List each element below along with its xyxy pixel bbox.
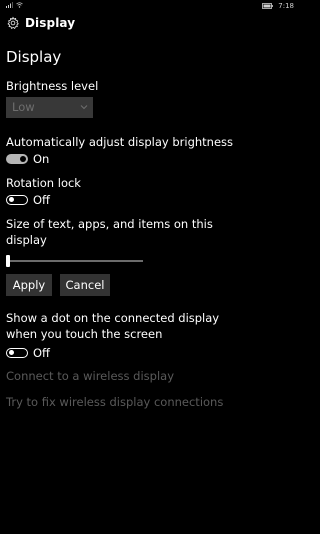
- auto-brightness-state: On: [33, 152, 50, 166]
- rotation-lock-state: Off: [33, 193, 50, 207]
- slider-track: [6, 260, 143, 262]
- battery-icon: [262, 3, 274, 9]
- connect-wireless-display-link[interactable]: Connect to a wireless display: [6, 369, 174, 383]
- toggle-knob: [20, 156, 26, 162]
- toggle-knob: [8, 197, 14, 202]
- status-bar: 7:18: [0, 0, 300, 12]
- status-icons-right: 7:18: [262, 2, 294, 10]
- touch-dot-toggle[interactable]: [6, 348, 28, 358]
- wifi-icon: [16, 2, 23, 8]
- auto-brightness-label: Automatically adjust display brightness: [6, 135, 234, 149]
- app-title: Display: [25, 16, 76, 30]
- gear-icon: [7, 16, 19, 29]
- chevron-down-icon: [80, 105, 88, 110]
- page-title: Display: [6, 48, 62, 66]
- brightness-dropdown[interactable]: Low: [6, 97, 93, 118]
- auto-brightness-toggle-row: On: [6, 152, 49, 166]
- rotation-lock-toggle[interactable]: [6, 195, 28, 205]
- signal-icon: [6, 2, 13, 8]
- text-size-label: Size of text, apps, and items on this di…: [6, 217, 213, 247]
- touch-dot-label: Show a dot on the connected display when…: [6, 311, 220, 341]
- cancel-button[interactable]: Cancel: [60, 274, 110, 296]
- rotation-lock-toggle-row: Off: [6, 193, 50, 207]
- status-time: 7:18: [278, 2, 294, 10]
- fix-wireless-display-link[interactable]: Try to fix wireless display connections: [6, 395, 223, 409]
- touch-dot-toggle-row: Off: [6, 346, 50, 360]
- brightness-label: Brightness level: [6, 79, 99, 93]
- toggle-knob: [8, 350, 14, 355]
- slider-thumb[interactable]: [6, 255, 10, 267]
- text-size-slider[interactable]: [6, 255, 143, 267]
- apply-button[interactable]: Apply: [6, 274, 52, 296]
- app-header: Display: [0, 12, 300, 34]
- auto-brightness-toggle[interactable]: [6, 154, 28, 164]
- touch-dot-state: Off: [33, 346, 50, 360]
- rotation-lock-label: Rotation lock: [6, 176, 81, 190]
- brightness-selected-value: Low: [12, 100, 35, 114]
- status-icons-left: [6, 2, 23, 8]
